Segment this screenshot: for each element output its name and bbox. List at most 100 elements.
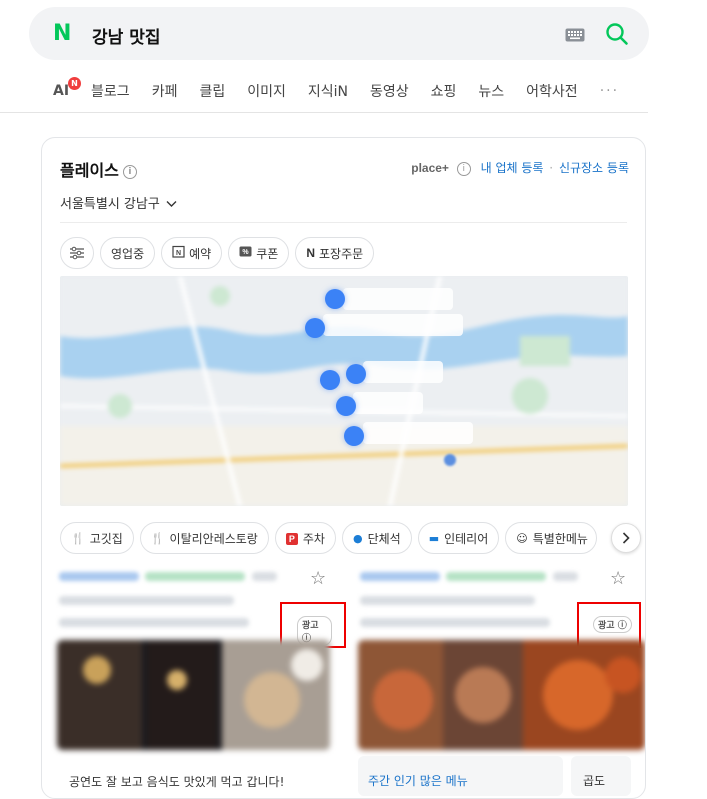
separator: · (549, 161, 554, 175)
divider (0, 112, 648, 113)
map-dot (444, 454, 456, 466)
search-input[interactable]: 강남 맛집 (92, 23, 160, 48)
place-listing[interactable]: ☆ 광고 ⓘ 공연도 잘 보고 음식도 맛있게 먹고 갑니다! (57, 568, 346, 798)
map-pin[interactable] (344, 426, 364, 446)
star-icon[interactable]: ☆ (310, 568, 326, 589)
filter-takeout-label: 포장주문 (318, 246, 364, 261)
tab-cafe[interactable]: 카페 (152, 81, 178, 101)
tab-shopping[interactable]: 쇼핑 (431, 81, 457, 101)
filter-takeout[interactable]: N 포장주문 (295, 237, 375, 269)
tab-blog[interactable]: 블로그 (91, 81, 130, 101)
category-parking[interactable]: P 주차 (274, 522, 336, 554)
divider (60, 222, 627, 223)
star-icon[interactable]: ☆ (610, 568, 626, 589)
place-plus-info-icon[interactable]: i (456, 161, 471, 176)
map-pin-label (323, 314, 463, 336)
place-stats (59, 618, 249, 627)
category-bbq[interactable]: 🍴 고깃집 (60, 522, 134, 554)
map-pin[interactable] (346, 364, 366, 384)
category-italian-label: 이탈리안레스토랑 (169, 531, 258, 546)
more-tabs-button[interactable]: ··· (600, 83, 619, 99)
category-group-seating-label: 단체석 (367, 531, 401, 546)
tab-clip[interactable]: 클립 (199, 81, 225, 101)
place-card: 플레이스 i place+ i 내 업체 등록 · 신규장소 등록 서울특별시 강… (41, 137, 646, 799)
next-button[interactable] (611, 523, 641, 553)
place-description (360, 596, 535, 605)
tab-image[interactable]: 이미지 (247, 81, 286, 101)
naver-logo[interactable]: N (53, 23, 75, 45)
place-stats (360, 618, 550, 627)
search-tabs: AI N 블로그 카페 클립 이미지 지식iN 동영상 쇼핑 뉴스 어학사전 ·… (53, 77, 619, 102)
map-pin-label (353, 392, 423, 414)
people-icon: ● (352, 531, 363, 545)
map-pin[interactable] (320, 370, 340, 390)
calendar-n-icon: N (172, 245, 185, 261)
chef-icon: ☺ (516, 531, 528, 545)
category-italian[interactable]: 🍴 이탈리안레스토랑 (139, 522, 269, 554)
new-badge: N (68, 77, 81, 90)
category-chips: 🍴 고깃집 🍴 이탈리안레스토랑 P 주차 ● 단체석 ▬ 인테리어 ☺ 특별한메뉴 (60, 522, 603, 554)
review-card[interactable]: 주간 인기 많은 메뉴 (358, 756, 563, 796)
place-name[interactable] (360, 572, 440, 581)
category-special-menu[interactable]: ☺ 특별한메뉴 (505, 522, 598, 554)
parking-icon: P (285, 532, 298, 545)
tab-ai-label: AI (53, 83, 70, 99)
filter-coupon-label: 쿠폰 (256, 246, 279, 261)
filter-coupon[interactable]: % 쿠폰 (228, 237, 290, 269)
svg-text:N: N (176, 250, 181, 257)
map[interactable] (60, 276, 628, 506)
filter-reservation-label: 예약 (189, 246, 212, 261)
place-title-text: 플레이스 (60, 161, 119, 180)
register-business-link[interactable]: 내 업체 등록 (481, 161, 544, 175)
filter-settings-button[interactable] (60, 237, 94, 269)
place-category (145, 572, 245, 581)
map-pin-label (363, 361, 443, 383)
place-photo[interactable] (57, 640, 330, 750)
filter-reservation[interactable]: N 예약 (161, 237, 223, 269)
filter-icon (70, 246, 84, 260)
info-icon[interactable]: i (122, 164, 137, 179)
region-selector[interactable]: 서울특별시 강남구 (60, 193, 177, 212)
category-parking-label: 주차 (302, 531, 325, 546)
chevron-down-icon (162, 197, 177, 212)
place-plus-logo: place+ (411, 161, 449, 175)
tab-dictionary[interactable]: 어학사전 (526, 81, 578, 101)
place-photo[interactable] (358, 640, 645, 750)
fork-knife-icon: 🍴 (71, 531, 85, 545)
sofa-icon: ▬ (428, 531, 440, 545)
place-title: 플레이스 i (60, 157, 137, 181)
review-snippet: 곱도 (583, 774, 606, 788)
category-interior[interactable]: ▬ 인테리어 (417, 522, 500, 554)
tab-news[interactable]: 뉴스 (478, 81, 504, 101)
place-name[interactable] (59, 572, 139, 581)
filter-open-now-label: 영업중 (111, 246, 145, 261)
search-bar: N 강남 맛집 (29, 7, 649, 60)
place-description (59, 596, 234, 605)
category-interior-label: 인테리어 (444, 531, 489, 546)
filter-chips: 영업중 N 예약 % 쿠폰 N 포장주문 (60, 237, 380, 269)
map-pin[interactable] (336, 396, 356, 416)
map-pin-label (363, 422, 473, 444)
naver-n-icon: N (306, 246, 315, 260)
tab-ai[interactable]: AI N (53, 77, 81, 99)
map-pin-label (343, 288, 453, 310)
map-pin[interactable] (305, 318, 325, 338)
place-listing[interactable]: ☆ 광고 ⓘ 주간 인기 많은 메뉴 곱도 (358, 568, 645, 798)
svg-text:%: % (243, 249, 250, 256)
review-card[interactable]: 곱도 (571, 756, 631, 796)
map-pin[interactable] (325, 289, 345, 309)
register-new-place-link[interactable]: 신규장소 등록 (559, 161, 629, 175)
search-icon[interactable] (605, 22, 629, 50)
place-meta (252, 572, 277, 581)
coupon-icon: % (239, 246, 252, 260)
place-actions: place+ i 내 업체 등록 · 신규장소 등록 (411, 159, 629, 176)
category-group-seating[interactable]: ● 단체석 (341, 522, 412, 554)
place-category (446, 572, 546, 581)
keyboard-icon[interactable] (565, 27, 585, 46)
filter-open-now[interactable]: 영업중 (100, 237, 156, 269)
tab-video[interactable]: 동영상 (370, 81, 409, 101)
tab-kin[interactable]: 지식iN (308, 81, 348, 101)
chevron-right-icon (622, 532, 630, 544)
place-meta (553, 572, 578, 581)
review-snippet[interactable]: 공연도 잘 보고 음식도 맛있게 먹고 갑니다! (69, 773, 329, 790)
